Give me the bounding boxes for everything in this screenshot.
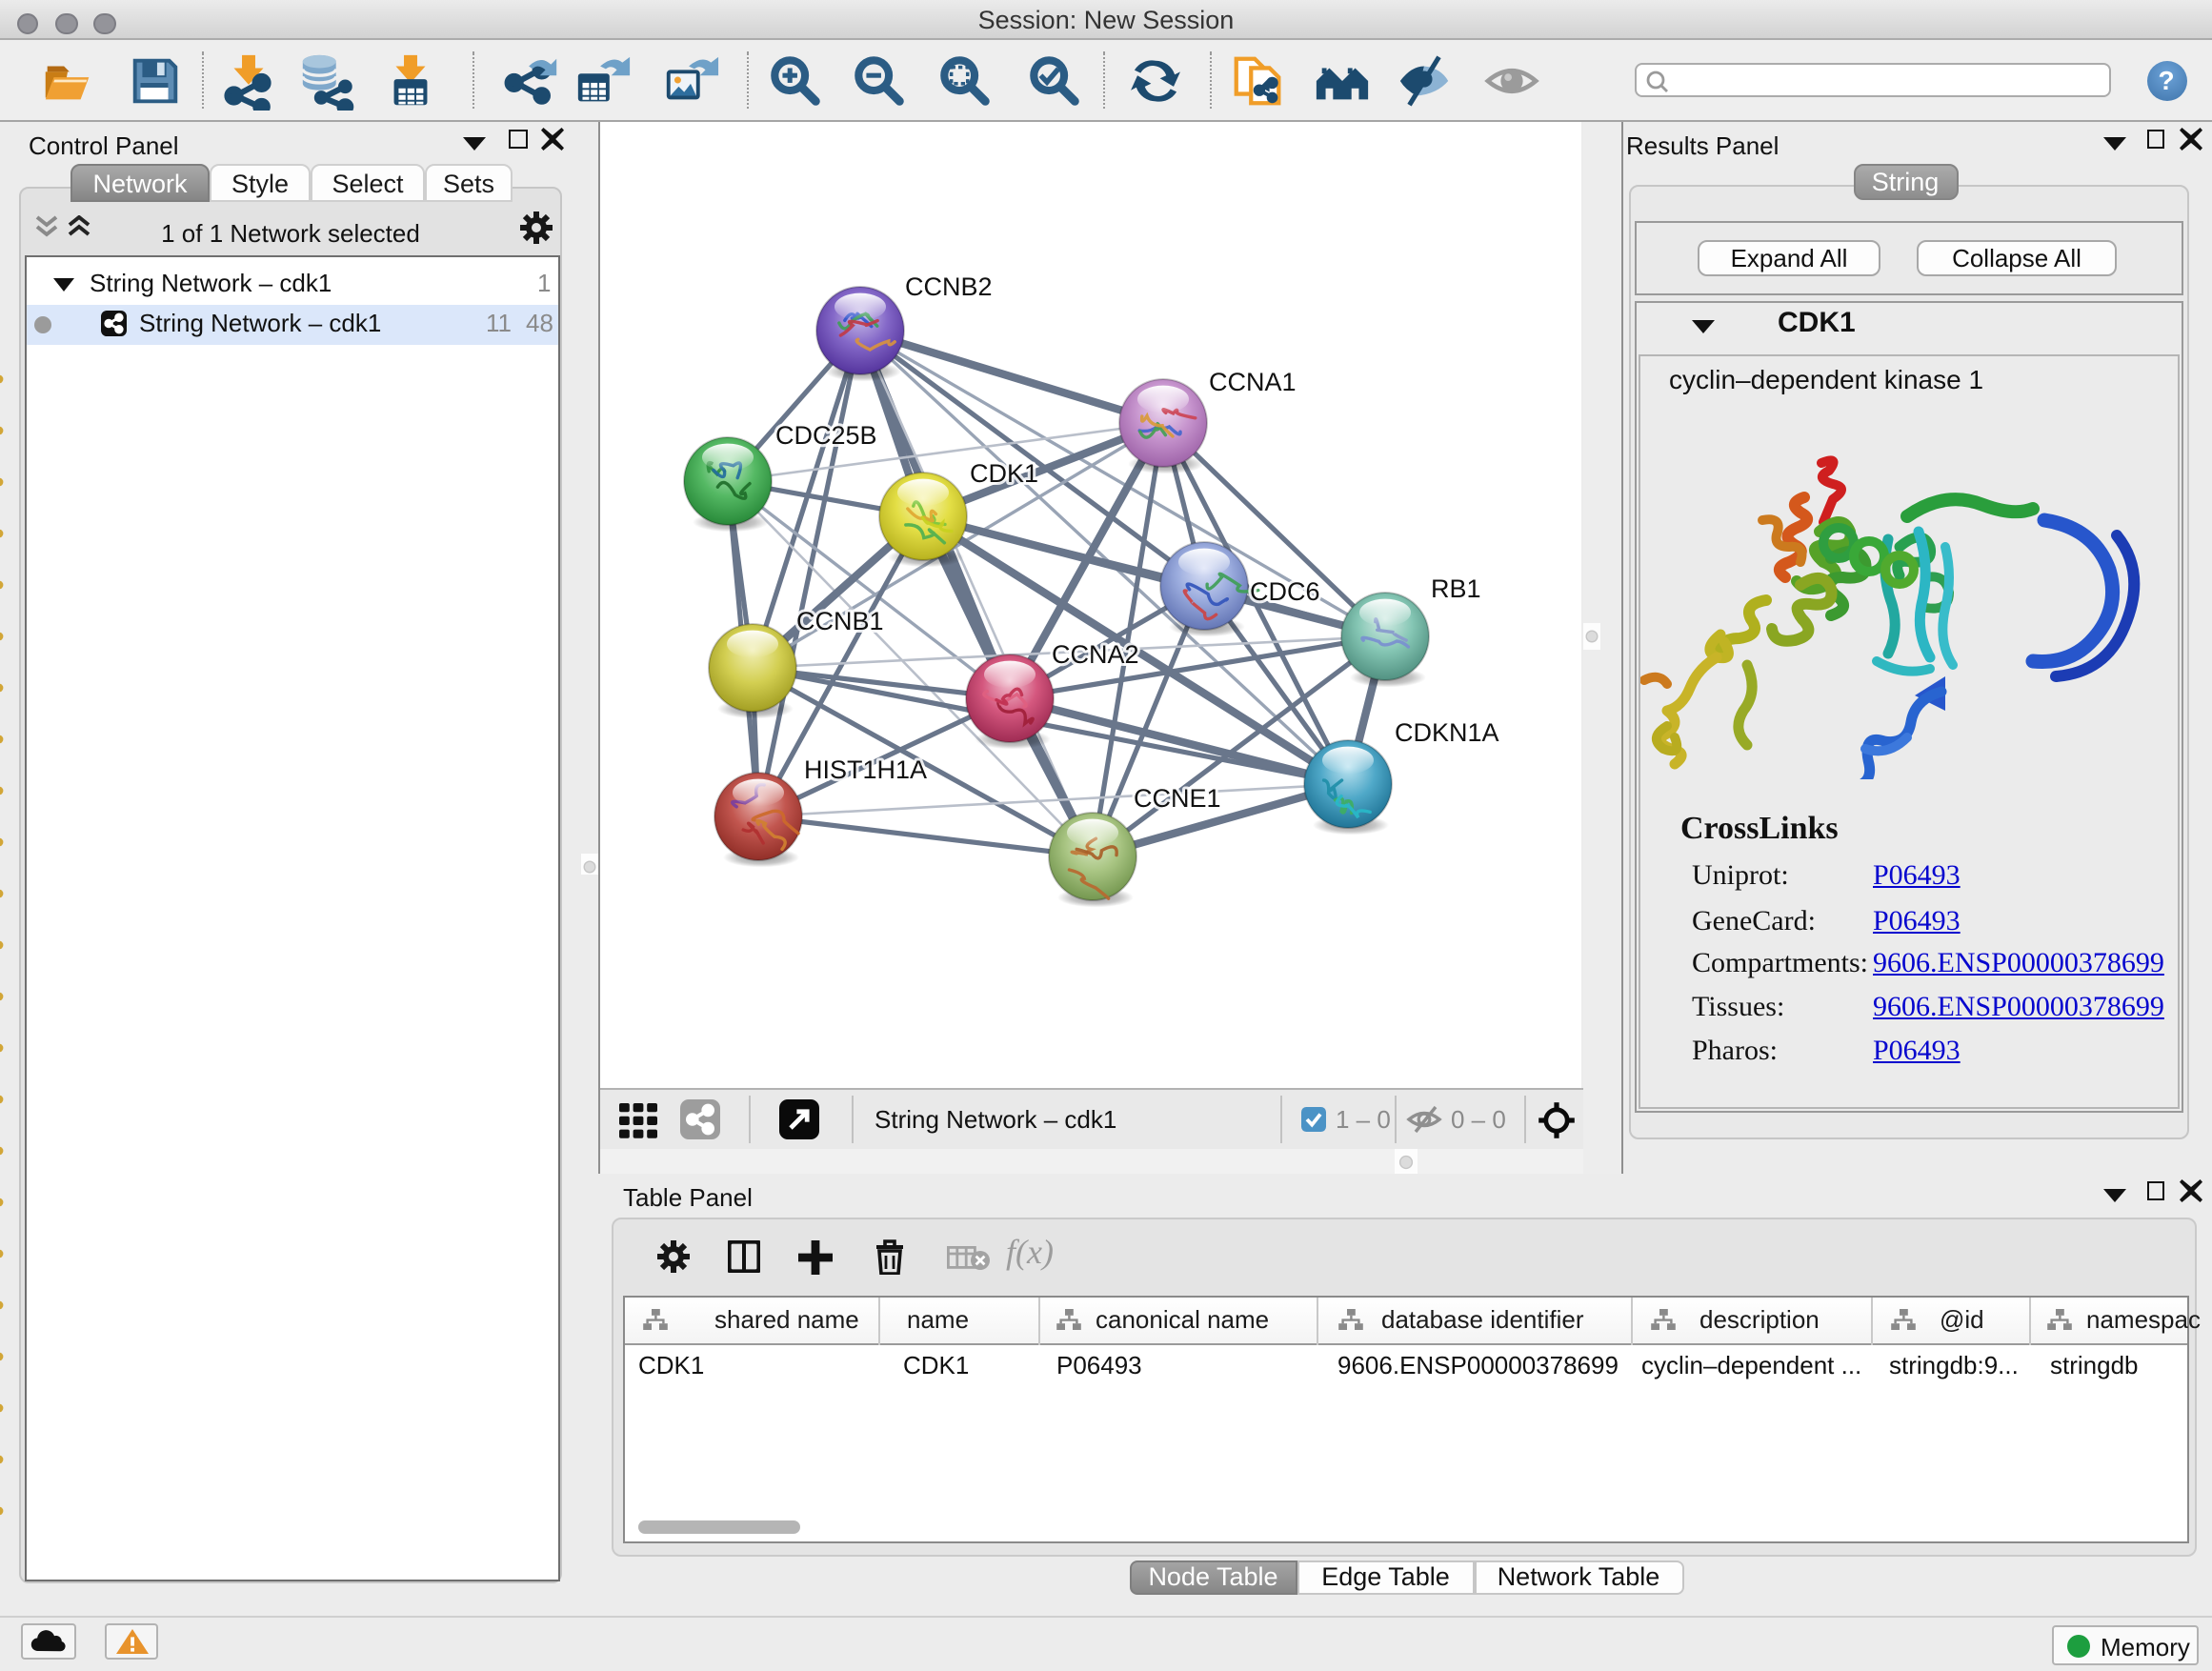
svg-text:CDC6: CDC6 [1250,576,1320,605]
svg-text:CCNB1: CCNB1 [796,606,884,634]
svg-text:HIST1H1A: HIST1H1A [804,755,927,783]
svg-text:RB1: RB1 [1431,574,1481,602]
svg-text:CCNB2: CCNB2 [905,272,993,300]
svg-text:CCNA1: CCNA1 [1209,367,1297,395]
svg-text:CDC25B: CDC25B [775,420,877,449]
svg-text:CDKN1A: CDKN1A [1395,717,1499,746]
svg-text:CCNA2: CCNA2 [1052,639,1139,668]
svg-text:CCNE1: CCNE1 [1134,783,1221,812]
svg-text:CDK1: CDK1 [970,458,1038,487]
